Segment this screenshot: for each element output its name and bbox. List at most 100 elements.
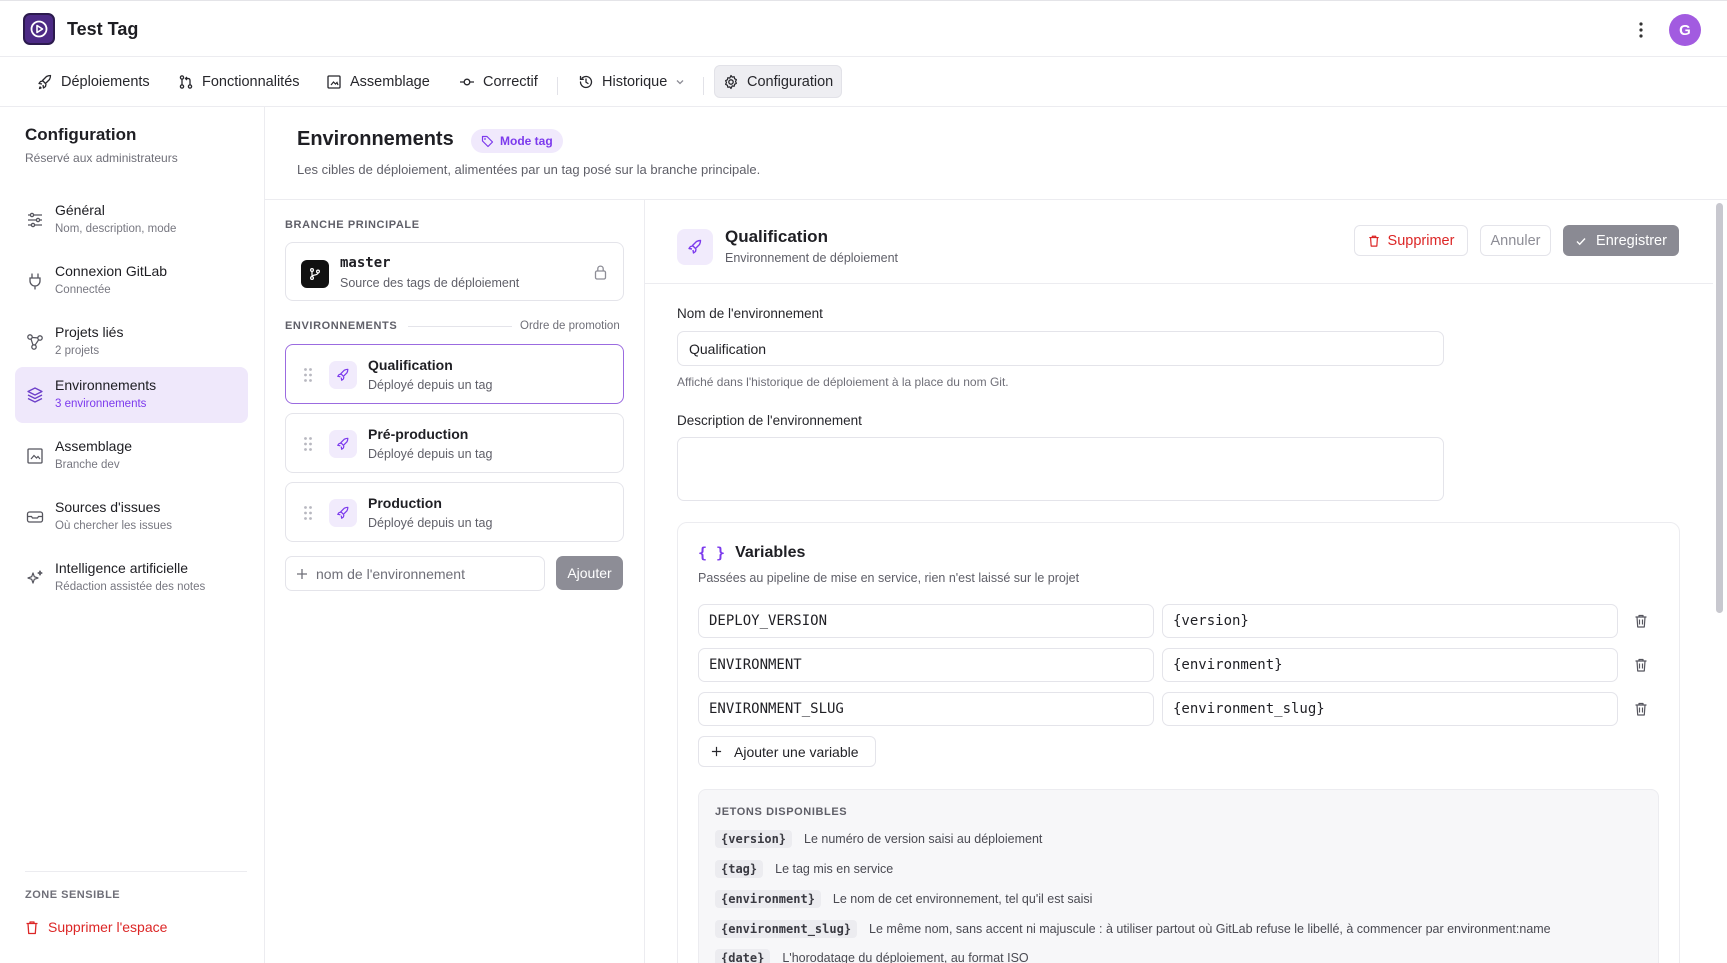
sliders-icon: [28, 212, 42, 228]
env-description-textarea[interactable]: [677, 437, 1444, 501]
main-nav: Déploiements Fonctionnalités Assemblage …: [0, 57, 1727, 107]
drag-handle-icon[interactable]: [303, 505, 313, 521]
sidebar-item-assembly[interactable]: Assemblage Branche dev: [15, 428, 248, 484]
trash-icon[interactable]: [1634, 613, 1648, 629]
braces-icon: { }: [698, 544, 726, 562]
variable-key-input[interactable]: ENVIRONMENT_SLUG: [698, 692, 1154, 726]
sidebar-subtitle: Réservé aux administrateurs: [25, 151, 178, 165]
scrollbar[interactable]: [1716, 203, 1723, 613]
token-code: {date}: [715, 949, 771, 963]
lock-icon: [594, 265, 607, 280]
delete-label: Supprimer: [1387, 232, 1455, 249]
add-variable-button[interactable]: Ajouter une variable: [698, 736, 876, 767]
history-icon: [579, 75, 593, 88]
delete-space-label: Supprimer l'espace: [48, 919, 168, 935]
env-card-qualification[interactable]: Qualification Déployé depuis un tag: [285, 344, 624, 404]
more-menu-icon[interactable]: [1632, 18, 1650, 42]
plug-icon: [29, 273, 41, 290]
tab-fonctionnalites[interactable]: Fonctionnalités: [170, 65, 308, 98]
env-card-production[interactable]: Production Déployé depuis un tag: [285, 482, 624, 542]
column-divider: [644, 200, 645, 963]
section-rule: [408, 326, 512, 327]
sidebar-item-environments[interactable]: Environnements 3 environnements: [15, 367, 248, 423]
tab-deploiements[interactable]: Déploiements: [29, 65, 158, 98]
rocket-icon: [329, 430, 357, 458]
sidebar-item-desc: Connectée: [55, 284, 111, 296]
trash-icon: [26, 920, 38, 934]
header-divider: [265, 199, 1727, 200]
variable-key-input[interactable]: ENVIRONMENT: [698, 648, 1154, 682]
add-environment-button[interactable]: Ajouter: [556, 556, 623, 590]
tab-correctif[interactable]: Correctif: [451, 65, 546, 98]
env-name: Qualification: [368, 357, 453, 373]
sidebar-item-gitlab[interactable]: Connexion GitLab Connectée: [15, 253, 248, 309]
tab-configuration[interactable]: Configuration: [714, 65, 843, 98]
sidebar-item-general[interactable]: Général Nom, description, mode: [15, 192, 248, 248]
delete-space-button[interactable]: Supprimer l'espace: [25, 919, 167, 935]
main-branch-card: master Source des tags de déploiement: [285, 242, 624, 301]
tab-label: Historique: [602, 73, 668, 90]
sidebar-item-label: Général: [55, 202, 105, 218]
tab-historique[interactable]: Historique: [570, 65, 693, 98]
rocket-icon: [329, 361, 357, 389]
sidebar-title: Configuration: [25, 125, 137, 144]
token-code: {version}: [715, 830, 793, 848]
app-logo-icon[interactable]: [23, 13, 55, 45]
variable-value-input[interactable]: {version}: [1162, 604, 1618, 638]
env-desc: Déployé depuis un tag: [368, 447, 493, 461]
tab-label: Fonctionnalités: [202, 73, 300, 90]
variable-value-input[interactable]: {environment}: [1162, 648, 1618, 682]
git-pull-request-icon: [179, 74, 193, 89]
mode-badge: Mode tag: [471, 129, 563, 153]
git-commit-icon: [460, 78, 474, 85]
detail-subtitle: Environnement de déploiement: [725, 251, 899, 265]
tab-label: Correctif: [483, 73, 538, 90]
variables-title-label: Variables: [735, 544, 806, 561]
token-row: {environment_slug} Le même nom, sans acc…: [715, 920, 1551, 938]
env-name-input[interactable]: Qualification: [677, 331, 1444, 366]
trash-icon[interactable]: [1634, 657, 1648, 673]
app-title: Test Tag: [67, 19, 139, 39]
token-desc: Le numéro de version saisi au déploiemen…: [804, 832, 1043, 846]
token-code: {tag}: [715, 860, 764, 878]
token-desc: L'horodatage du déploiement, au format I…: [782, 951, 1029, 963]
variables-subtitle: Passées au pipeline de mise en service, …: [698, 571, 1080, 585]
variable-value-input[interactable]: {environment_slug}: [1162, 692, 1618, 726]
sidebar-item-ai[interactable]: Intelligence artificielle Rédaction assi…: [15, 550, 248, 606]
tab-label: Assemblage: [350, 73, 430, 90]
user-avatar[interactable]: G: [1669, 14, 1701, 46]
cancel-button[interactable]: Annuler: [1480, 225, 1551, 256]
frame-icon: [27, 448, 43, 464]
rocket-icon: [677, 229, 713, 265]
danger-zone-title: ZONE SENSIBLE: [25, 889, 121, 901]
drag-handle-icon[interactable]: [303, 436, 313, 452]
token-row: {date} L'horodatage du déploiement, au f…: [715, 949, 1029, 963]
new-environment-input[interactable]: nom de l'environnement: [285, 556, 545, 591]
sidebar-item-label: Intelligence artificielle: [55, 560, 189, 576]
mode-badge-label: Mode tag: [500, 134, 553, 148]
add-variable-label: Ajouter une variable: [734, 743, 859, 760]
plus-icon: [297, 568, 307, 579]
trash-icon: [1368, 235, 1379, 247]
nodes-icon: [27, 334, 43, 350]
env-card-preproduction[interactable]: Pré-production Déployé depuis un tag: [285, 413, 624, 473]
variable-key-input[interactable]: DEPLOY_VERSION: [698, 604, 1154, 638]
sidebar-item-issue-sources[interactable]: Sources d'issues Où chercher les issues: [15, 489, 248, 545]
detail-title: Qualification: [725, 227, 828, 246]
save-button[interactable]: Enregistrer: [1563, 225, 1679, 256]
tab-assemblage[interactable]: Assemblage: [318, 65, 438, 98]
sidebar-item-projects[interactable]: Projets liés 2 projets: [15, 314, 248, 370]
rocket-icon: [329, 499, 357, 527]
env-desc: Déployé depuis un tag: [368, 516, 493, 530]
rocket-icon: [38, 74, 52, 89]
env-desc: Déployé depuis un tag: [368, 378, 493, 392]
nav-separator: [557, 77, 558, 95]
drag-handle-icon[interactable]: [303, 367, 313, 383]
detail-header-divider: [645, 283, 1713, 284]
trash-icon[interactable]: [1634, 701, 1648, 717]
token-code: {environment_slug}: [715, 920, 858, 938]
sidebar-item-desc: 2 projets: [55, 345, 100, 357]
chevron-down-icon: [676, 79, 684, 84]
tag-icon: [481, 135, 494, 147]
delete-environment-button[interactable]: Supprimer: [1354, 225, 1468, 256]
